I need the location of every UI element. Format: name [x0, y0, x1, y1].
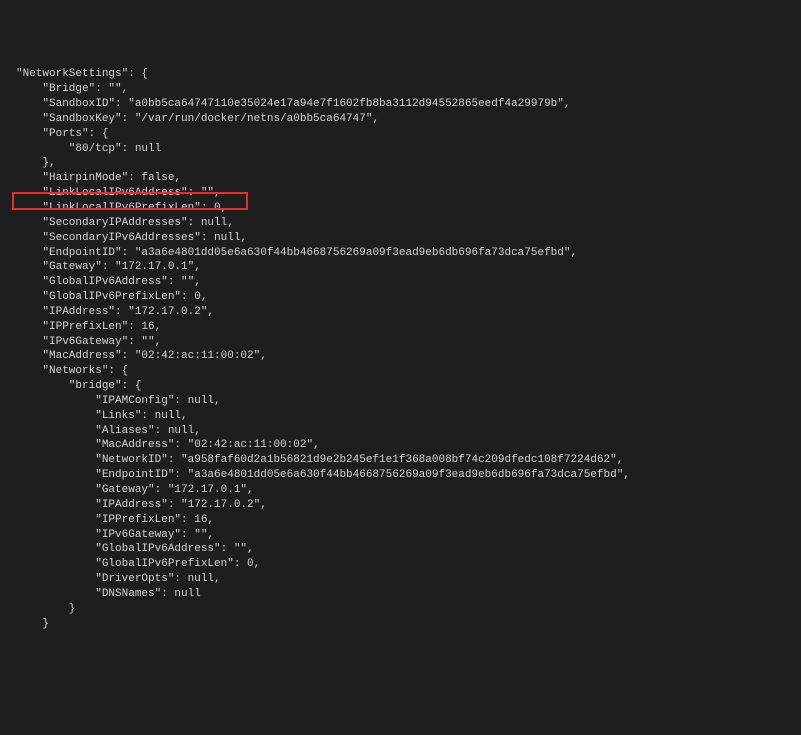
code-line: "NetworkSettings": {: [16, 67, 785, 82]
code-line: "SandboxID": "a0bb5ca64747110e35024e17a9…: [16, 97, 785, 112]
code-line: "NetworkID": "a958faf60d2a1b56821d9e2b24…: [16, 453, 785, 468]
code-line: "Gateway": "172.17.0.1",: [16, 260, 785, 275]
code-line: "DriverOpts": null,: [16, 572, 785, 587]
code-line: "LinkLocalIPv6PrefixLen": 0,: [16, 201, 785, 216]
json-output: "NetworkSettings": { "Bridge": "", "Sand…: [16, 67, 785, 631]
code-line: "IPAddress": "172.17.0.2",: [16, 305, 785, 320]
code-line: "Ports": {: [16, 127, 785, 142]
code-line: "IPAddress": "172.17.0.2",: [16, 498, 785, 513]
code-line: "IPv6Gateway": "",: [16, 335, 785, 350]
code-line: "LinkLocalIPv6Address": "",: [16, 186, 785, 201]
code-line: "GlobalIPv6Address": "",: [16, 275, 785, 290]
code-line: "SecondaryIPv6Addresses": null,: [16, 231, 785, 246]
code-line: "bridge": {: [16, 379, 785, 394]
code-line: "Aliases": null,: [16, 424, 785, 439]
code-line: "Gateway": "172.17.0.1",: [16, 483, 785, 498]
code-line: "GlobalIPv6PrefixLen": 0,: [16, 290, 785, 305]
code-line: "SecondaryIPAddresses": null,: [16, 216, 785, 231]
code-line: "DNSNames": null: [16, 587, 785, 602]
code-line: "Networks": {: [16, 364, 785, 379]
code-line: "EndpointID": "a3a6e4801dd05e6a630f44bb4…: [16, 468, 785, 483]
code-line: "EndpointID": "a3a6e4801dd05e6a630f44bb4…: [16, 246, 785, 261]
code-line: }: [16, 617, 785, 632]
code-line: "IPAMConfig": null,: [16, 394, 785, 409]
code-line: "IPPrefixLen": 16,: [16, 513, 785, 528]
code-line: "MacAddress": "02:42:ac:11:00:02",: [16, 349, 785, 364]
code-line: "MacAddress": "02:42:ac:11:00:02",: [16, 438, 785, 453]
code-line: "SandboxKey": "/var/run/docker/netns/a0b…: [16, 112, 785, 127]
code-line: "HairpinMode": false,: [16, 171, 785, 186]
code-line: "IPv6Gateway": "",: [16, 528, 785, 543]
code-line: "Links": null,: [16, 409, 785, 424]
code-line: "Bridge": "",: [16, 82, 785, 97]
code-line: "GlobalIPv6PrefixLen": 0,: [16, 557, 785, 572]
code-line: "GlobalIPv6Address": "",: [16, 542, 785, 557]
code-line: },: [16, 156, 785, 171]
code-line: "80/tcp": null: [16, 142, 785, 157]
code-line: }: [16, 602, 785, 617]
code-line: "IPPrefixLen": 16,: [16, 320, 785, 335]
